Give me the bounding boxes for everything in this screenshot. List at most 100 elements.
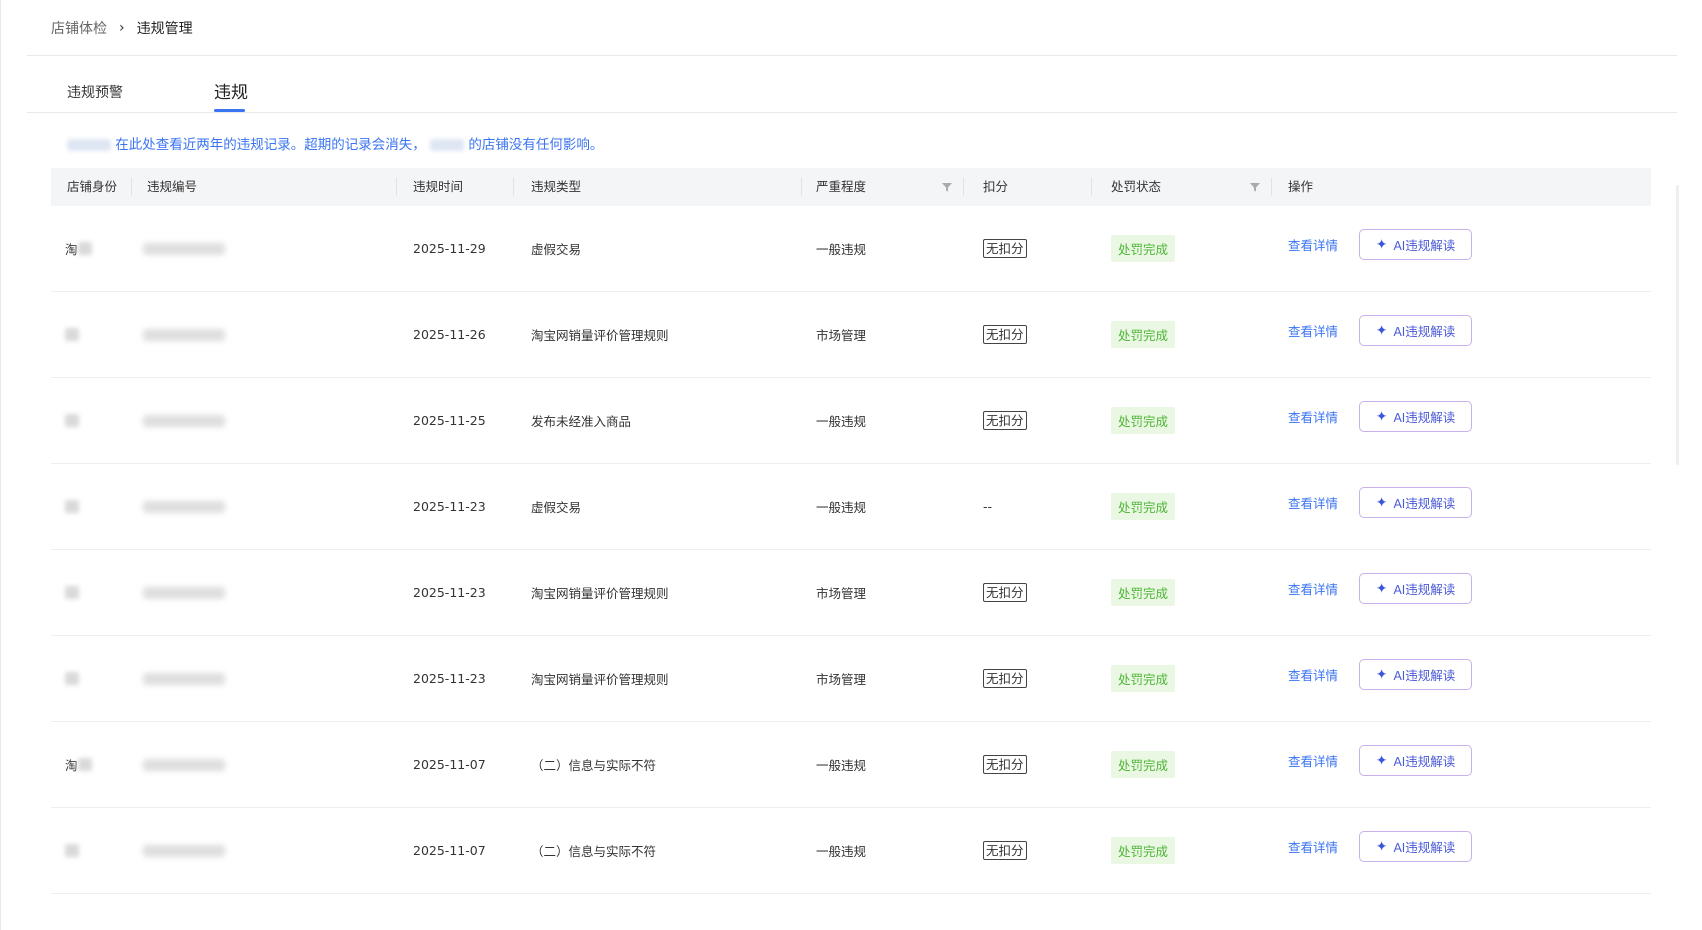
table-row: 2025-11-23 淘宝网销量评价管理规则 市场管理 无扣分 处罚完成 查看详情 ✦ AI违… [51,636,1651,722]
action-cell: 查看详情 [1288,808,1338,893]
page: 店铺体检 › 违规管理 违规预警 违规 在此处查看近两年的违规记录。超期的记录会… [0,0,1702,930]
violation-type: 淘宝网销量评价管理规则 [531,586,669,601]
deduct-value: 无扣分 [983,583,1027,602]
shop-cell [65,636,79,721]
status-badge: 处罚完成 [1111,235,1176,262]
shop-cell [65,378,79,463]
deduct-cell: 无扣分 [983,636,1027,721]
ai-interpret-button[interactable]: ✦ AI违规解读 [1359,831,1472,862]
violation-id-cell [143,464,225,549]
tab-violation[interactable]: 违规 [214,78,248,103]
violation-type: 发布未经准入商品 [531,414,632,429]
ai-cell: ✦ AI违规解读 [1359,550,1472,635]
status-badge: 处罚完成 [1111,321,1176,348]
severity: 一般违规 [816,500,867,515]
severity: 市场管理 [816,586,867,601]
column-divider [396,178,397,196]
action-cell: 查看详情 [1288,292,1338,377]
table-row: 2025-11-07 （二）信息与实际不符 一般违规 无扣分 处罚完成 查看详情 ✦ AI违规… [51,808,1651,894]
redacted-violation-id [143,844,225,857]
deduct-value: 无扣分 [983,669,1027,688]
status-badge: 处罚完成 [1111,407,1176,434]
breadcrumb-current: 违规管理 [136,21,193,37]
table-row: 淘 2025-11-07 （二）信息与实际不符 一般违规 无扣分 处罚完成 查看详情 ✦ AI违… [51,722,1651,808]
severity: 市场管理 [816,328,867,343]
redacted-text [65,672,79,685]
severity: 市场管理 [816,672,867,687]
redacted-violation-id [143,758,225,771]
violation-type: 虚假交易 [531,500,582,515]
view-detail-link[interactable]: 查看详情 [1288,665,1338,684]
column-header-shop: 店铺身份 [67,179,118,194]
violation-time: 2025-11-26 [413,327,486,342]
table-row: 2025-11-25 发布未经准入商品 一般违规 无扣分 处罚完成 查看详情 ✦ AI违规解读 [51,378,1651,464]
status-cell: 处罚完成 [1111,722,1176,807]
ai-interpret-label: AI违规解读 [1393,239,1456,253]
status-badge: 处罚完成 [1111,751,1176,778]
view-detail-link[interactable]: 查看详情 [1288,579,1338,598]
column-header-deduct: 扣分 [983,179,1009,194]
redacted-violation-id [143,242,225,255]
filter-icon[interactable] [941,181,953,193]
breadcrumb-parent[interactable]: 店铺体检 [51,18,107,38]
view-detail-link[interactable]: 查看详情 [1288,837,1338,856]
sparkle-icon: ✦ [1375,838,1388,854]
deduct-value: 无扣分 [983,239,1027,258]
ai-interpret-button[interactable]: ✦ AI违规解读 [1359,745,1472,776]
redacted-text [77,242,92,255]
status-cell: 处罚完成 [1111,292,1176,377]
status-cell: 处罚完成 [1111,808,1176,893]
column-header-severity: 严重程度 [816,179,867,194]
sparkle-icon: ✦ [1375,494,1388,510]
ai-interpret-button[interactable]: ✦ AI违规解读 [1359,573,1472,604]
view-detail-link[interactable]: 查看详情 [1288,751,1338,770]
status-cell: 处罚完成 [1111,206,1176,291]
shop-cell: 淘 [65,206,92,291]
shop-cell [65,464,79,549]
table-body: 淘 2025-11-29 虚假交易 一般违规 无扣分 处罚完成 查看详情 ✦ AI违规解读 202… [51,206,1651,894]
violation-type: （二）信息与实际不符 [531,758,657,773]
filter-icon[interactable] [1249,181,1261,193]
status-badge: 处罚完成 [1111,837,1176,864]
column-divider [1091,178,1092,196]
deduct-value: 无扣分 [983,841,1027,860]
notice-text: 在此处查看近两年的违规记录。超期的记录会消失， 的店铺没有任何影响。 [67,133,603,153]
table-row: 2025-11-23 淘宝网销量评价管理规则 市场管理 无扣分 处罚完成 查看详情 ✦ AI违… [51,550,1651,636]
tab-violation-warning[interactable]: 违规预警 [67,82,123,102]
violation-time: 2025-11-23 [413,499,486,514]
table-row: 2025-11-23 虚假交易 一般违规 -- 处罚完成 查看详情 ✦ AI违规解读 [51,464,1651,550]
shop-cell [65,808,79,893]
column-divider [131,178,132,196]
ai-interpret-button[interactable]: ✦ AI违规解读 [1359,229,1472,260]
redacted-text [65,500,79,513]
shop-identity: 淘 [65,758,78,773]
ai-interpret-button[interactable]: ✦ AI违规解读 [1359,401,1472,432]
column-header-status: 处罚状态 [1111,179,1162,194]
breadcrumb: 店铺体检 › 违规管理 [51,18,193,38]
ai-interpret-button[interactable]: ✦ AI违规解读 [1359,315,1472,346]
view-detail-link[interactable]: 查看详情 [1288,493,1338,512]
deduct-value: -- [983,499,993,514]
view-detail-link[interactable]: 查看详情 [1288,235,1338,254]
ai-interpret-button[interactable]: ✦ AI违规解读 [1359,487,1472,518]
view-detail-link[interactable]: 查看详情 [1288,407,1338,426]
scrollbar[interactable] [1676,185,1679,465]
violation-time: 2025-11-29 [413,241,486,256]
chevron-right-icon: › [119,20,125,36]
table-header: 店铺身份 违规编号 违规时间 违规类型 严重程度 扣分 处罚状态 操作 [51,168,1651,206]
redacted-violation-id [143,672,225,685]
view-detail-link[interactable]: 查看详情 [1288,321,1338,340]
tab-bar: 违规预警 违规 [27,70,1677,113]
ai-interpret-button[interactable]: ✦ AI违规解读 [1359,659,1472,690]
ai-cell: ✦ AI违规解读 [1359,206,1472,291]
action-cell: 查看详情 [1288,722,1338,807]
redacted-violation-id [143,414,225,427]
sparkle-icon: ✦ [1375,752,1388,768]
severity: 一般违规 [816,414,867,429]
status-cell: 处罚完成 [1111,378,1176,463]
deduct-cell: 无扣分 [983,808,1027,893]
violation-type: 淘宝网销量评价管理规则 [531,328,669,343]
shop-cell [65,292,79,377]
shop-cell: 淘 [65,722,92,807]
status-badge: 处罚完成 [1111,665,1176,692]
